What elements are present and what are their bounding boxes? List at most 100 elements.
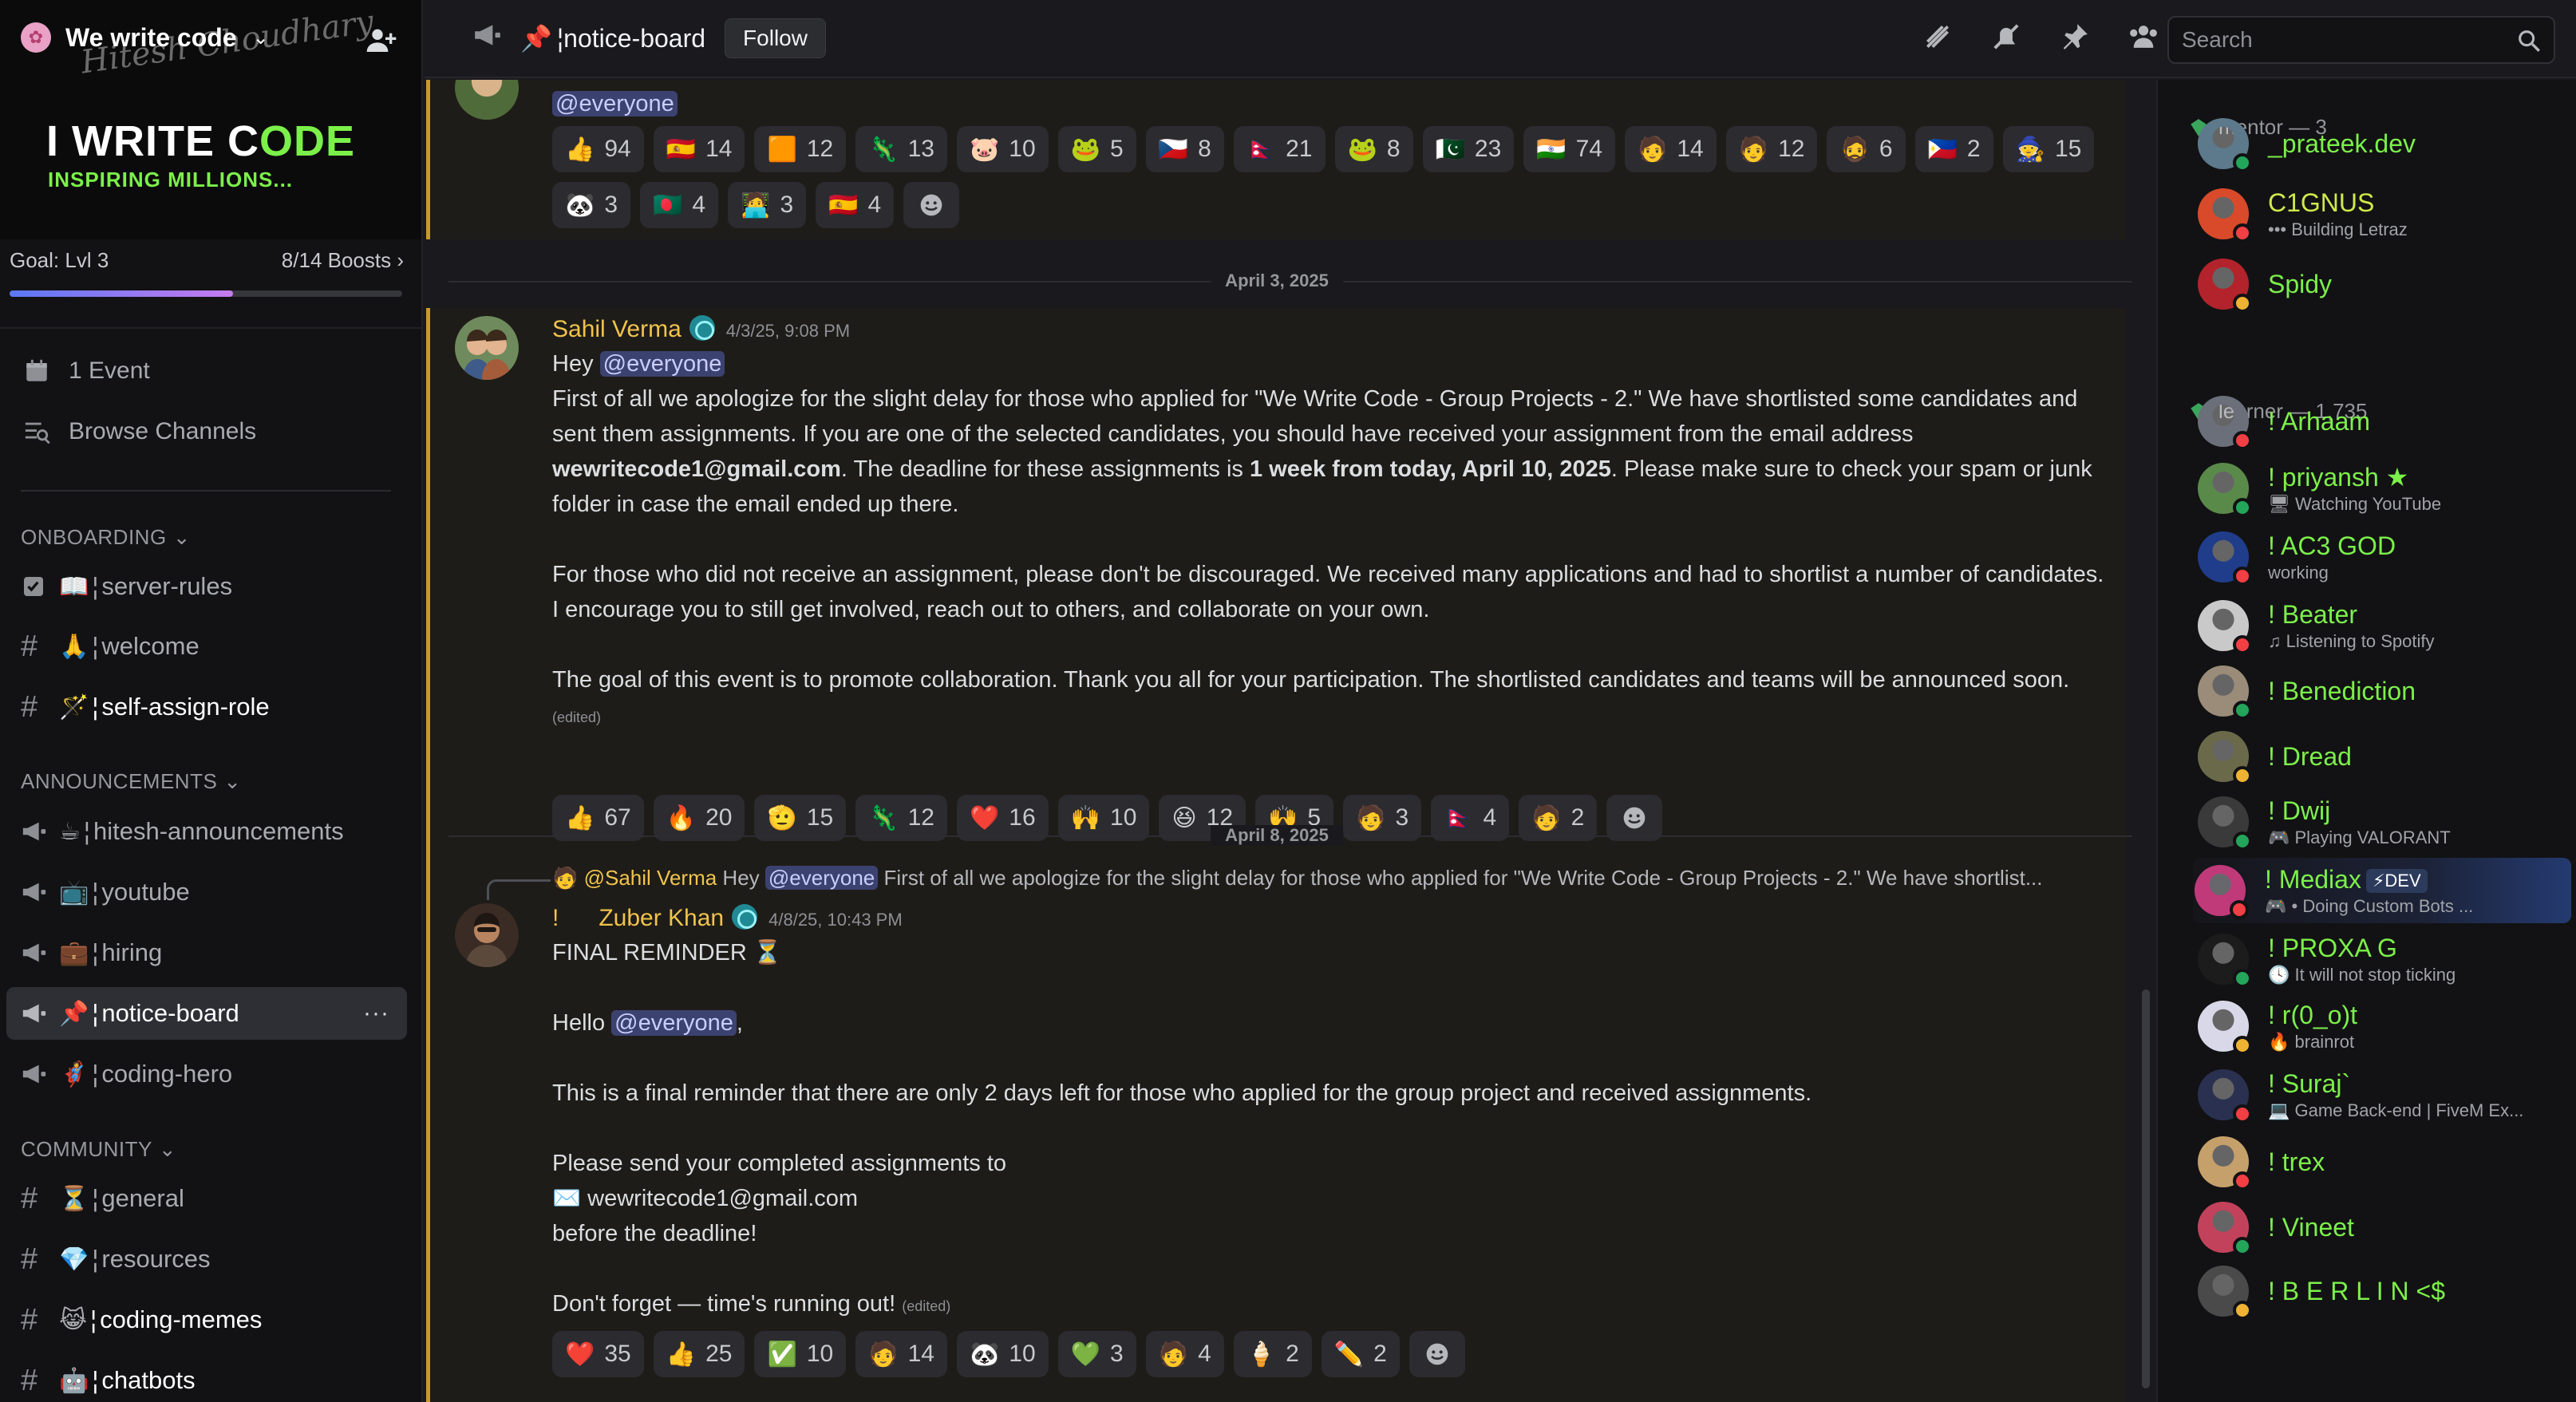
threads-icon[interactable] [1920, 19, 1955, 54]
member-item[interactable]: ! Benediction [2196, 658, 2570, 724]
channel-coding-hero[interactable]: 🦸 ¦ coding-hero [6, 1048, 407, 1100]
reaction-pill[interactable]: 🧙 15 [2002, 126, 2095, 172]
reaction-count: 13 [907, 136, 934, 162]
mute-icon[interactable] [1989, 19, 2024, 54]
reaction-pill[interactable]: 🇮🇳 74 [1523, 126, 1616, 172]
channel-welcome[interactable]: # 🙏 ¦ welcome [6, 620, 407, 673]
reaction-pill[interactable]: 💚 3 [1057, 1331, 1136, 1377]
reaction-pill[interactable]: 🇳🇵 21 [1233, 126, 1326, 172]
reaction-pill[interactable]: 🧑 4 [1145, 1331, 1224, 1377]
reaction-pill[interactable]: 🔥 20 [653, 795, 745, 841]
reaction-pill[interactable]: 👍 67 [552, 795, 644, 841]
server-name-button[interactable]: ✿ We write code ⌄ [21, 22, 269, 53]
reaction-pill[interactable]: 🇪🇸 14 [653, 126, 745, 172]
channel-chatbots[interactable]: # 🤖 ¦ chatbots [6, 1354, 407, 1402]
member-item[interactable]: ! B E R L I N <$ [2196, 1258, 2570, 1324]
reaction-pill[interactable]: 🐷 10 [956, 126, 1049, 172]
author-name[interactable]: Sahil Verma [552, 316, 682, 343]
channel-hitesh-announcements[interactable]: ☕ ¦ hitesh-announcements [6, 805, 407, 858]
follow-button[interactable]: Follow [725, 18, 826, 58]
channel-general[interactable]: # ⏳ ¦ general [6, 1172, 407, 1225]
member-info: ! Mediax ⚡DEV 🎮 • Doing Custom Bots ... [2265, 865, 2473, 917]
add-reaction-button[interactable] [1409, 1331, 1465, 1377]
reaction-pill[interactable]: 🇪🇸 4 [816, 182, 895, 228]
category-announcements[interactable]: ANNOUNCEMENTS ⌄ [21, 769, 242, 794]
reaction-pill[interactable]: 🐸 8 [1334, 126, 1413, 172]
channel-resources[interactable]: # 💎 ¦ resources [6, 1233, 407, 1285]
member-item[interactable]: ! Dread [2196, 724, 2570, 789]
channel-coding-memes[interactable]: # 😹 ¦ coding-memes [6, 1293, 407, 1346]
reaction-pill[interactable]: 🇨🇿 8 [1145, 126, 1224, 172]
member-item[interactable]: Spidy [2196, 251, 2570, 317]
reaction-pill[interactable]: 🧑 14 [855, 1331, 947, 1377]
member-item[interactable]: ! Dwij 🎮 Playing VALORANT [2196, 789, 2570, 855]
avatar[interactable] [455, 903, 519, 967]
reaction-count: 12 [1778, 136, 1805, 162]
member-item[interactable]: _prateek.dev [2196, 111, 2570, 176]
reaction-pill[interactable]: 🇧🇩 4 [640, 182, 719, 228]
reaction-pill[interactable]: 🐼 3 [552, 182, 631, 228]
reaction-pill[interactable]: 🧑 14 [1625, 126, 1717, 172]
events-item[interactable]: 1 Event [21, 357, 150, 385]
reply-preview[interactable]: 🧑 @Sahil Verma Hey @everyone First of al… [552, 866, 2116, 891]
invite-people-icon[interactable] [365, 24, 397, 56]
avatar[interactable] [455, 316, 519, 380]
reaction-pill[interactable]: 🇵🇰 23 [1422, 126, 1515, 172]
channel-self-assign-role[interactable]: # 🪄 ¦ self-assign-role [6, 681, 407, 733]
reaction-pill[interactable]: ❤️ 35 [552, 1331, 644, 1377]
search-input[interactable]: Search [2167, 16, 2555, 64]
member-item[interactable]: ! PROXA G 🕓 It will not stop ticking [2196, 926, 2570, 992]
reaction-pill[interactable]: 🙌 10 [1057, 795, 1150, 841]
reaction-pill[interactable]: 🫡 15 [754, 795, 847, 841]
member-activity: 🎮 • Doing Custom Bots ... [2265, 895, 2474, 916]
add-reaction-button[interactable] [903, 182, 960, 228]
author-name[interactable]: Zuber Khan [599, 905, 724, 932]
reaction-pill[interactable]: ✅ 10 [754, 1331, 847, 1377]
category-community[interactable]: COMMUNITY ⌄ [21, 1137, 176, 1162]
member-item[interactable]: ! Suraj` 💻 Game Back-end | FiveM Ex... [2196, 1062, 2570, 1128]
boost-goal-row[interactable]: Goal: Lvl 3 8/14 Boosts › [10, 243, 404, 277]
pin-icon[interactable] [2057, 19, 2092, 54]
reaction-pill[interactable]: 🦎 13 [855, 126, 947, 172]
channel-emoji: ☕ [59, 818, 81, 845]
channel-youtube[interactable]: 📺 ¦ youtube [6, 866, 407, 918]
channel-name: resources [101, 1245, 211, 1273]
mention-everyone[interactable]: @everyone [552, 91, 678, 117]
browse-channels-item[interactable]: Browse Channels [21, 418, 256, 445]
member-item[interactable]: ! r(0_o)t 🔥 brainrot [2196, 993, 2570, 1059]
reaction-pill[interactable]: 🇵🇭 2 [1914, 126, 1993, 172]
reaction-pill[interactable]: ✏️ 2 [1321, 1331, 1400, 1377]
reaction-pill[interactable]: 🟧 12 [754, 126, 847, 172]
add-reaction-button[interactable] [1606, 795, 1663, 841]
member-item[interactable]: ! AC3 GOD working [2196, 524, 2570, 590]
member-item[interactable]: ! trex [2196, 1129, 2570, 1195]
member-item[interactable]: ! Arhaam [2196, 389, 2570, 454]
member-item[interactable]: ! Beater ♫ Listening to Spotify [2196, 593, 2570, 658]
channel-hiring[interactable]: 💼 ¦ hiring [6, 926, 407, 979]
reaction-pill[interactable]: 🧔 6 [1827, 126, 1906, 172]
channel-more-icon[interactable]: ··· [363, 1000, 389, 1027]
channel-notice-board[interactable]: 📌 ¦ notice-board ··· [6, 987, 407, 1040]
reaction-pill[interactable]: 🧑‍💻 3 [728, 182, 807, 228]
reaction-pill[interactable]: 🧑 3 [1343, 795, 1422, 841]
member-list-icon[interactable] [2126, 19, 2161, 54]
member-item[interactable]: C1GNUS ••• Building Letraz [2196, 181, 2570, 247]
reaction-pill[interactable]: ❤️ 16 [956, 795, 1049, 841]
category-onboarding[interactable]: ONBOARDING ⌄ [21, 525, 191, 550]
reaction-pill[interactable]: 🧑 2 [1519, 795, 1598, 841]
reaction-pill[interactable]: 🐸 5 [1057, 126, 1136, 172]
member-item[interactable]: ! priyansh ★ 🖥 Watching YouTube [2196, 456, 2570, 521]
reaction-pill[interactable]: 🧑 12 [1725, 126, 1818, 172]
reaction-pill[interactable]: 🍦 2 [1233, 1331, 1312, 1377]
chat-scrollbar[interactable] [2142, 989, 2150, 1388]
member-item[interactable]: ! Mediax ⚡DEV 🎮 • Doing Custom Bots ... [2193, 858, 2571, 923]
mention-everyone[interactable]: @everyone [611, 1010, 737, 1036]
channel-server-rules[interactable]: 📖 ¦ server-rules [6, 560, 407, 613]
member-item[interactable]: ! Vineet [2196, 1195, 2570, 1260]
reaction-pill[interactable]: 🐼 10 [956, 1331, 1049, 1377]
reaction-pill[interactable]: 👍 25 [653, 1331, 745, 1377]
reaction-pill[interactable]: 🇳🇵 4 [1431, 795, 1510, 841]
reaction-pill[interactable]: 🦎 12 [855, 795, 947, 841]
reaction-pill[interactable]: 👍 94 [552, 126, 644, 172]
mention-everyone[interactable]: @everyone [599, 351, 725, 377]
